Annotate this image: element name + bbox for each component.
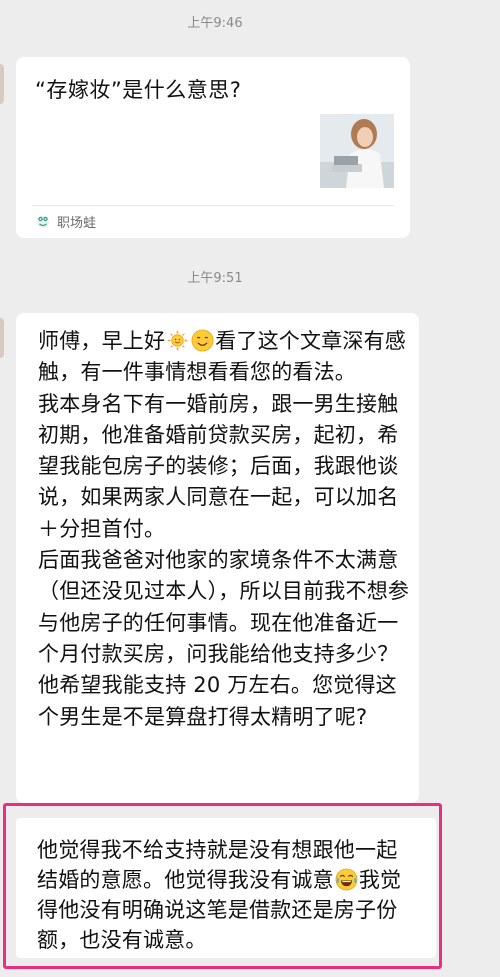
smile-emoji-icon	[191, 329, 214, 352]
message-text-part: 师傅，早上好	[38, 329, 166, 353]
divider	[32, 205, 394, 206]
message-bubble[interactable]: 他觉得我不给支持就是没有想跟他一起结婚的意愿。他觉得我没有诚意 我觉得他没有明确说…	[16, 818, 436, 958]
laugh-cry-emoji-icon	[335, 868, 358, 891]
message-text: 他觉得我不给支持就是没有想跟他一起结婚的意愿。他觉得我没有诚意 我觉得他没有明确说…	[37, 835, 417, 955]
link-card-title: “存嫁妆”是什么意思?	[35, 78, 242, 102]
link-card-thumbnail	[320, 114, 394, 188]
timestamp: 上午9:51	[187, 271, 243, 286]
avatar[interactable]	[0, 318, 4, 358]
frog-logo-icon	[37, 216, 49, 228]
sun-emoji-icon	[167, 329, 189, 352]
message-text-part: 深有感触，有一件事情想看看您的看法。 我本身名下有一婚前房，跟一男生接触初期，他…	[38, 329, 410, 729]
avatar[interactable]	[0, 64, 4, 104]
message-bubble[interactable]: 师傅，早上好 看了这个文章深有感触，有一件事情想看看您的看法。 我本身名下有一婚前…	[16, 313, 419, 803]
timestamp: 上午9:46	[187, 16, 243, 31]
link-card-source-label: 职场蛙	[57, 215, 97, 231]
message-text-part: 看了这个文章	[215, 329, 343, 353]
link-card[interactable]: “存嫁妆”是什么意思? 职场蛙	[16, 57, 410, 238]
link-card-source[interactable]: 职场蛙	[35, 211, 96, 231]
message-text: 师傅，早上好 看了这个文章深有感触，有一件事情想看看您的看法。 我本身名下有一婚前…	[38, 326, 410, 733]
